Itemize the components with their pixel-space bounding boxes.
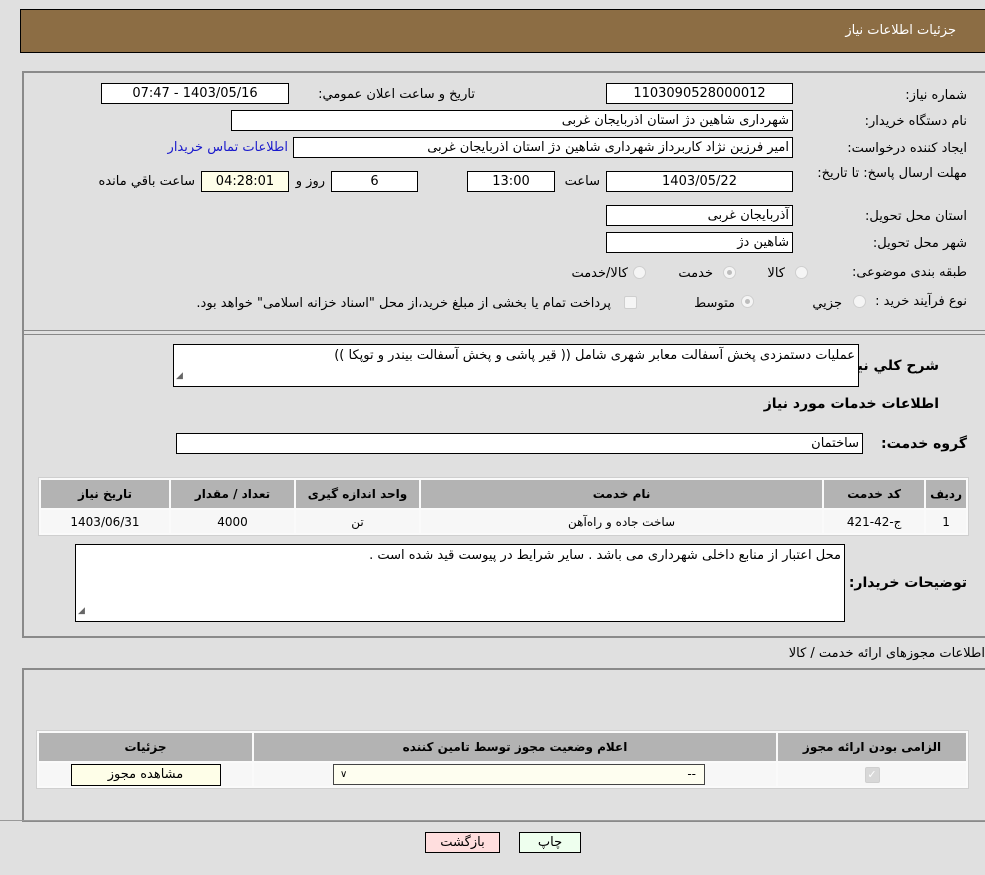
cell-unit: تن [296, 510, 419, 533]
page-header: جزئیات اطلاعات نیاز [20, 9, 985, 53]
purchase-option-medium: متوسط [694, 296, 735, 311]
col-service-name: نام خدمت [421, 480, 823, 508]
cell-license-status: -- ∨ [254, 763, 776, 786]
cell-service-code: ج-42-421 [824, 510, 925, 533]
licenses-table: الزامی بودن ارائه مجوز اعلام وضعیت مجوز … [36, 730, 969, 789]
col-unit: واحد اندازه گیری [296, 480, 419, 508]
col-license-required: الزامی بودن ارائه مجوز [778, 733, 966, 761]
col-license-status: اعلام وضعیت مجوز توسط تامین کننده [254, 733, 776, 761]
purchase-type-label: نوع فرآیند خرید : [875, 294, 967, 309]
view-license-button[interactable]: مشاهده مجوز [70, 763, 221, 786]
category-radio-goods[interactable] [795, 266, 808, 279]
divider [24, 334, 985, 335]
license-required-checkbox[interactable]: ✓ [864, 766, 880, 783]
license-status-value: -- [687, 767, 696, 781]
buyer-org-field: شهرداری شاهین دژ استان اذربایجان غربی [231, 110, 793, 131]
summary-text: عملیات دستمزدی پخش آسفالت معابر شهری شام… [334, 348, 855, 363]
license-status-select[interactable]: -- ∨ [333, 764, 705, 785]
delivery-city-label: شهر محل تحویل: [872, 236, 967, 251]
services-table-header: ردیف کد خدمت نام خدمت واحد اندازه گیری ت… [41, 480, 966, 508]
time-remaining-label: ساعت باقي مانده [98, 174, 195, 189]
service-group-field: ساختمان [176, 433, 863, 454]
treasury-payment-note: پرداخت تمام یا بخشی از مبلغ خرید،از محل … [196, 296, 611, 311]
announce-datetime-field: 1403/05/16 - 07:47 [101, 83, 289, 104]
service-group-label: گروه خدمت: [881, 436, 967, 452]
requester-label: ایجاد کننده درخواست: [847, 141, 967, 156]
requester-field: امیر فرزین نژاد کاربرداز شهرداری شاهین د… [293, 137, 793, 158]
category-radio-service[interactable] [723, 266, 736, 279]
deadline-time-field: 13:00 [467, 171, 555, 192]
buyer-notes-text: محل اعتبار از منابع داخلی شهرداری می باش… [369, 548, 841, 563]
col-service-code: کد خدمت [824, 480, 925, 508]
deadline-date-field: 1403/05/22 [606, 171, 793, 192]
purchase-radio-medium[interactable] [741, 295, 754, 308]
treasury-payment-checkbox[interactable] [624, 296, 637, 309]
days-remaining-field: 6 [331, 171, 418, 192]
licenses-table-header: الزامی بودن ارائه مجوز اعلام وضعیت مجوز … [39, 733, 966, 761]
buyer-org-label: نام دستگاه خریدار: [864, 114, 967, 129]
licenses-section-title: اطلاعات مجوزهای ارائه خدمت / کالا [788, 646, 985, 661]
summary-textarea[interactable]: عملیات دستمزدی پخش آسفالت معابر شهری شام… [173, 344, 859, 387]
back-button[interactable]: بازگشت [425, 832, 500, 853]
category-radio-goods-service[interactable] [633, 266, 646, 279]
buyer-notes-label: توضیحات خریدار: [848, 575, 967, 591]
table-row: ✓ -- ∨ مشاهده مجوز [39, 763, 966, 786]
resize-grip-icon[interactable]: ◢ [78, 603, 85, 620]
delivery-province-field: آذربایجان غربی [606, 205, 793, 226]
buyer-contact-link[interactable]: اطلاعات تماس خریدار [168, 140, 288, 155]
col-license-details: جزئیات [39, 733, 252, 761]
col-need-date: تاریخ نیاز [41, 480, 169, 508]
cell-row: 1 [926, 510, 966, 533]
buyer-notes-textarea[interactable]: محل اعتبار از منابع داخلی شهرداری می باش… [75, 544, 845, 622]
table-row: 1 ج-42-421 ساخت جاده و راه‌آهن تن 4000 1… [41, 510, 966, 533]
col-quantity: تعداد / مقدار [171, 480, 294, 508]
services-table: ردیف کد خدمت نام خدمت واحد اندازه گیری ت… [38, 477, 969, 536]
time-remaining-field: 04:28:01 [201, 171, 289, 192]
chevron-down-icon: ∨ [340, 769, 348, 780]
services-section-title: اطلاعات خدمات مورد نیاز [763, 396, 939, 412]
cell-service-name: ساخت جاده و راه‌آهن [421, 510, 823, 533]
category-option-goods: کالا [767, 266, 785, 281]
need-number-field: 1103090528000012 [606, 83, 793, 104]
days-label: روز و [295, 174, 325, 189]
divider [24, 330, 985, 331]
cell-license-required: ✓ [778, 763, 966, 786]
need-number-label: شماره نیاز: [905, 88, 967, 103]
purchase-radio-minor[interactable] [853, 295, 866, 308]
cell-license-details: مشاهده مجوز [39, 763, 252, 786]
category-option-service: خدمت [678, 266, 713, 281]
cell-quantity: 4000 [171, 510, 294, 533]
deadline-time-label: ساعت [564, 174, 600, 189]
col-row: ردیف [926, 480, 966, 508]
category-option-goods-service: کالا/خدمت [571, 266, 628, 281]
delivery-province-label: استان محل تحویل: [865, 209, 967, 224]
category-label: طبقه بندی موضوعی: [851, 265, 967, 280]
announce-datetime-label: تاريخ و ساعت اعلان عمومي: [318, 87, 475, 102]
delivery-city-field: شاهین دژ [606, 232, 793, 253]
page-title: جزئیات اطلاعات نیاز [845, 23, 956, 38]
resize-grip-icon[interactable]: ◢ [176, 368, 183, 385]
deadline-label: مهلت ارسال پاسخ: تا تاریخ: [817, 166, 967, 181]
purchase-option-minor: جزيي [812, 296, 842, 311]
divider [0, 820, 985, 821]
print-button[interactable]: چاپ [519, 832, 581, 853]
cell-need-date: 1403/06/31 [41, 510, 169, 533]
